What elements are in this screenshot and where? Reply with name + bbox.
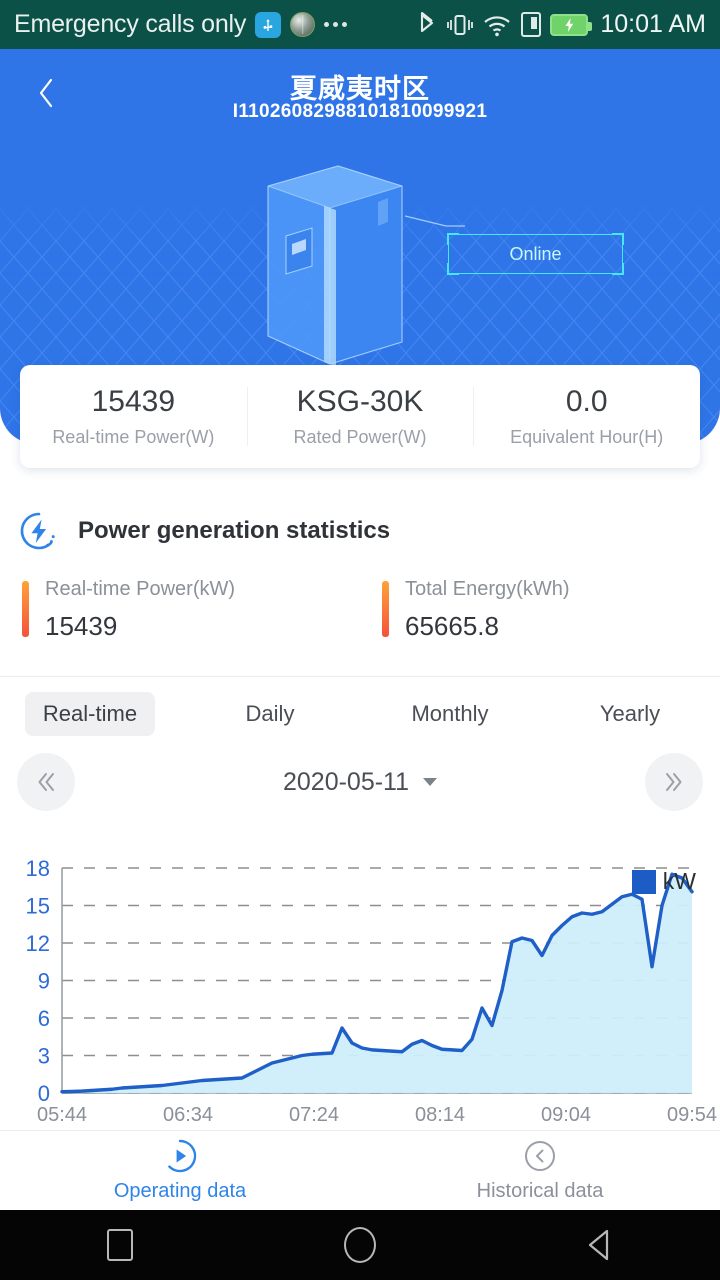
metrics-row: Real-time Power(kW) 15439 Total Energy(k… bbox=[0, 578, 720, 670]
metric-label: Total Energy(kWh) bbox=[405, 578, 570, 600]
stat-rated-power: KSG-30K Rated Power(W) bbox=[246, 365, 474, 468]
x-axis-tick-label: 06:34 bbox=[163, 1104, 213, 1126]
badge-corner-bl bbox=[447, 263, 459, 275]
divider bbox=[0, 676, 720, 677]
caret-down-icon bbox=[423, 778, 438, 786]
stat-realtime-power: 15439 Real-time Power(W) bbox=[20, 365, 247, 468]
tab-daily[interactable]: Daily bbox=[180, 686, 360, 742]
recents-square-icon bbox=[107, 1229, 133, 1261]
x-axis-tick-label: 09:04 bbox=[541, 1104, 591, 1126]
badge-corner-tl bbox=[447, 233, 459, 245]
metric-total-energy: Total Energy(kWh) 65665.8 bbox=[360, 578, 720, 670]
carrier-label: Emergency calls only bbox=[14, 10, 247, 38]
overflow-dots-icon bbox=[324, 22, 348, 27]
power-chart[interactable]: 0 3 6 9 12 15 18 05:44 06:34 07:24 08:14 09:04 09:54… bbox=[0, 840, 720, 1130]
chevron-double-right-icon bbox=[666, 773, 682, 791]
history-circle-icon bbox=[525, 1141, 555, 1171]
metric-accent-bar bbox=[382, 581, 389, 637]
tab-label: Real-time bbox=[24, 692, 156, 736]
metric-accent-bar bbox=[22, 581, 29, 637]
y-axis-tick-label: 6 bbox=[38, 1006, 50, 1031]
bottom-tab-label: Operating data bbox=[113, 1180, 247, 1202]
chevron-left-icon bbox=[39, 78, 53, 108]
summary-stats-card: 15439 Real-time Power(W) KSG-30K Rated P… bbox=[20, 365, 700, 468]
bluetooth-icon bbox=[421, 11, 434, 32]
tab-yearly[interactable]: Yearly bbox=[540, 686, 720, 742]
home-button[interactable] bbox=[300, 1210, 420, 1280]
x-axis-tick-label: 09:54 bbox=[667, 1104, 717, 1126]
tab-label: Yearly bbox=[599, 701, 661, 726]
back-triangle-icon bbox=[588, 1229, 609, 1261]
phone-screen: Emergency calls only 10:01 AM 夏威夷时区 I110… bbox=[0, 0, 720, 1280]
badge-corner-tr bbox=[612, 233, 624, 245]
device-serial: I11026082988101810099921 bbox=[232, 101, 488, 122]
chart-legend: kW bbox=[631, 868, 696, 895]
globe-icon bbox=[290, 12, 316, 37]
stat-value: 0.0 bbox=[565, 385, 608, 418]
usb-icon bbox=[255, 11, 282, 38]
status-bar-right: 10:01 AM bbox=[416, 10, 706, 39]
y-axis-tick-label: 12 bbox=[26, 931, 50, 956]
section-header: Power generation statistics bbox=[0, 490, 720, 572]
status-badge-label: Online bbox=[509, 243, 562, 264]
stat-equivalent-hour: 0.0 Equivalent Hour(H) bbox=[473, 365, 700, 468]
selected-date-label: 2020-05-11 bbox=[282, 767, 410, 796]
sim-card-icon bbox=[521, 12, 542, 37]
stat-value: 15439 bbox=[91, 385, 176, 418]
metric-value: 65665.8 bbox=[405, 611, 499, 641]
tab-label: Daily bbox=[245, 701, 295, 726]
status-bar-left: Emergency calls only bbox=[14, 10, 416, 39]
section-title: Power generation statistics bbox=[78, 517, 391, 544]
play-circle-icon bbox=[168, 1139, 197, 1173]
period-tabs: Real-time Daily Monthly Yearly bbox=[0, 686, 720, 742]
back-button-system[interactable] bbox=[540, 1210, 660, 1280]
chart-canvas: 0 3 6 9 12 15 18 05:44 06:34 07:24 08:14 09:04 09:54 bbox=[26, 856, 718, 1126]
tab-real-time[interactable]: Real-time bbox=[0, 686, 180, 742]
status-bar: Emergency calls only 10:01 AM bbox=[0, 0, 720, 49]
battery-charging-icon bbox=[550, 13, 593, 36]
back-button[interactable] bbox=[20, 67, 72, 119]
stat-label: Real-time Power(W) bbox=[52, 427, 215, 447]
lightning-bolt-circle-icon bbox=[18, 510, 60, 552]
inverter-illustration bbox=[267, 165, 465, 366]
legend-label: kW bbox=[662, 868, 696, 894]
tab-monthly[interactable]: Monthly bbox=[360, 686, 540, 742]
badge-corner-br bbox=[612, 263, 624, 275]
y-axis-tick-label: 0 bbox=[38, 1081, 50, 1106]
date-selector[interactable]: 2020-05-11 bbox=[0, 748, 720, 816]
recents-button[interactable] bbox=[60, 1210, 180, 1280]
legend-swatch bbox=[631, 869, 656, 894]
metric-label: Real-time Power(kW) bbox=[45, 578, 236, 600]
stat-value: KSG-30K bbox=[296, 385, 424, 418]
date-navigator: 2020-05-11 bbox=[0, 748, 720, 816]
y-axis-tick-label: 15 bbox=[26, 894, 50, 919]
wifi-icon bbox=[484, 15, 511, 36]
metric-realtime-power: Real-time Power(kW) 15439 bbox=[0, 578, 360, 670]
stat-label: Rated Power(W) bbox=[293, 427, 427, 447]
bottom-tab-bar: Operating data Historical data bbox=[0, 1130, 720, 1210]
metric-value: 15439 bbox=[45, 611, 118, 641]
stat-label: Equivalent Hour(H) bbox=[510, 427, 664, 447]
android-navigation-bar bbox=[0, 1210, 720, 1280]
x-axis-tick-label: 08:14 bbox=[415, 1104, 465, 1126]
clock-label: 10:01 AM bbox=[600, 10, 706, 38]
y-axis-tick-label: 3 bbox=[38, 1044, 50, 1069]
tab-label: Monthly bbox=[411, 701, 489, 726]
bottom-tab-label: Historical data bbox=[476, 1180, 604, 1202]
x-axis-tick-label: 07:24 bbox=[289, 1104, 339, 1126]
chart-area-fill bbox=[62, 874, 692, 1093]
status-badge[interactable]: Online bbox=[447, 233, 624, 275]
y-axis-tick-label: 18 bbox=[26, 856, 50, 881]
vibrate-icon bbox=[447, 14, 474, 35]
x-axis-tick-label: 05:44 bbox=[37, 1104, 87, 1126]
home-circle-icon bbox=[344, 1227, 376, 1263]
next-period-button[interactable] bbox=[645, 753, 703, 811]
bottom-tab-historical-data[interactable]: Historical data bbox=[360, 1131, 720, 1210]
y-axis-tick-label: 9 bbox=[38, 969, 50, 994]
bottom-tab-operating-data[interactable]: Operating data bbox=[0, 1131, 360, 1210]
